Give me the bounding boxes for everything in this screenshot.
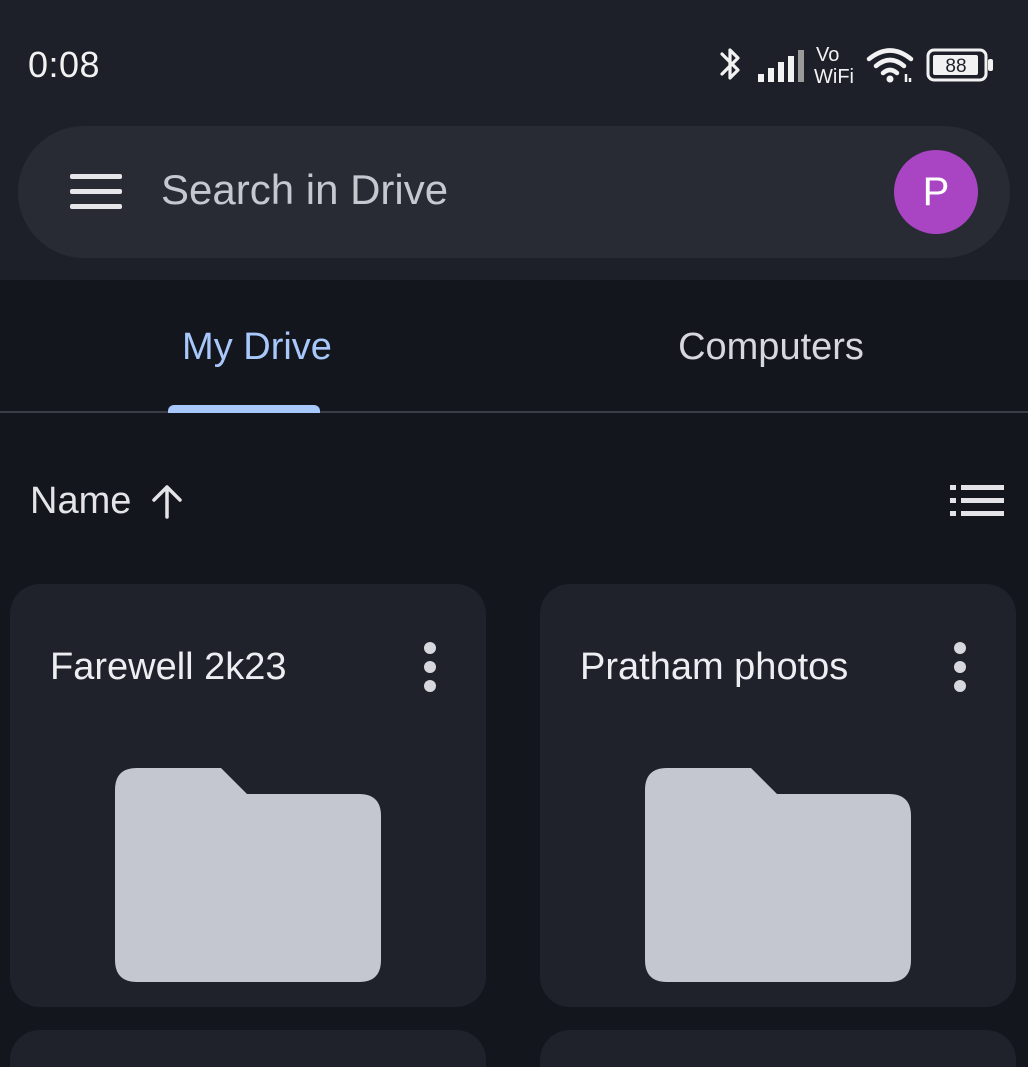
signal-icon: [758, 50, 804, 82]
more-options-icon[interactable]: [422, 642, 438, 692]
folder-card[interactable]: Farewell 2k23: [10, 584, 486, 1007]
hamburger-menu-icon[interactable]: [70, 174, 122, 210]
tab-bar: My Drive Computers: [0, 280, 1028, 413]
search-input[interactable]: Search in Drive: [161, 166, 448, 214]
search-bar[interactable]: Search in Drive P: [18, 126, 1010, 258]
status-time: 0:08: [28, 44, 101, 85]
status-icons: Vo WiFi 88: [718, 40, 998, 90]
svg-text:88: 88: [945, 56, 966, 77]
tab-my-drive[interactable]: My Drive: [0, 280, 514, 411]
folder-icon: [115, 768, 381, 982]
folder-name: Farewell 2k23: [50, 646, 287, 688]
folder-name: Pratham photos: [580, 646, 849, 688]
arrow-up-icon[interactable]: [150, 483, 184, 519]
battery-icon: 88: [926, 48, 993, 82]
account-avatar[interactable]: P: [894, 150, 978, 234]
list-view-icon[interactable]: [950, 484, 1004, 518]
bluetooth-icon: [720, 48, 740, 80]
status-bar: 0:08 Vo WiFi 88: [0, 0, 1028, 110]
vowifi-icon: Vo WiFi: [814, 44, 854, 86]
folder-card-partial[interactable]: [10, 1030, 486, 1067]
folder-card-partial[interactable]: [540, 1030, 1016, 1067]
folder-card[interactable]: Pratham photos: [540, 584, 1016, 1007]
tab-computers[interactable]: Computers: [514, 280, 1028, 411]
svg-text:WiFi: WiFi: [814, 66, 854, 86]
wifi-icon: [866, 48, 914, 83]
svg-text:Vo: Vo: [816, 44, 839, 66]
tab-selected-indicator: [168, 405, 320, 413]
more-options-icon[interactable]: [952, 642, 968, 692]
sort-by-name-button[interactable]: Name: [30, 480, 131, 523]
folder-icon: [645, 768, 911, 982]
